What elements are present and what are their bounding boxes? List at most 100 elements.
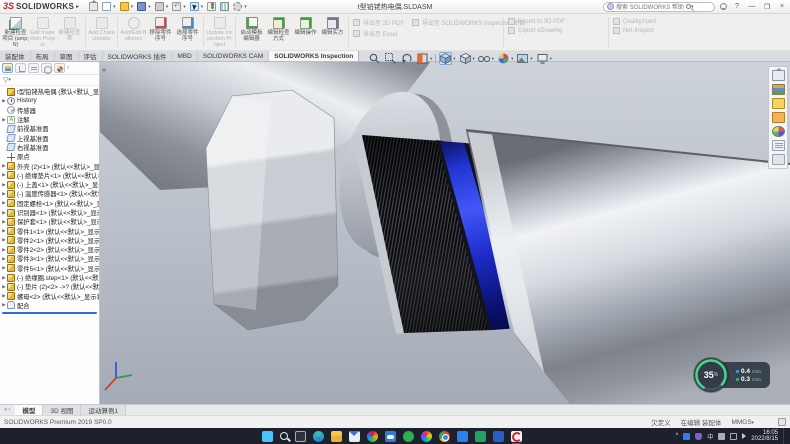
edit-appearance-icon[interactable]	[497, 52, 510, 65]
update-inspection-project-button[interactable]: Update Inspection Project	[206, 15, 233, 49]
display-style-caret-icon[interactable]: ▾	[473, 56, 475, 62]
new-caret-icon[interactable]: ▾	[113, 4, 116, 10]
print-caret-icon[interactable]: ▾	[166, 4, 169, 10]
restore-button[interactable]: ❐	[762, 3, 772, 11]
photos-app-icon[interactable]	[367, 431, 378, 442]
tree-item-component[interactable]: ▶保护套<1> (默认<<默认>_显示状	[0, 217, 99, 226]
save-icon[interactable]	[137, 2, 146, 11]
view-orientation-icon[interactable]	[439, 52, 452, 65]
propertymanager-tab[interactable]	[15, 63, 26, 73]
print-icon[interactable]	[155, 2, 164, 11]
blue-app-icon[interactable]	[457, 431, 468, 442]
word-app-icon[interactable]	[493, 431, 504, 442]
file-explorer-icon[interactable]	[772, 98, 785, 109]
ime-indicator[interactable]: 中	[707, 432, 713, 441]
security-tray-icon[interactable]	[695, 433, 702, 440]
view-palette-icon[interactable]	[772, 112, 785, 123]
tree-item-component[interactable]: ▶(-) 上盖<1> (默认<<默认>_显示状	[0, 180, 99, 189]
display-style-icon[interactable]	[459, 52, 472, 65]
tree-item-component[interactable]: ▶(-) 温度传感器<1> (默认<<默认>_	[0, 189, 99, 198]
task-view-icon[interactable]	[295, 431, 306, 442]
qualityxpert-button[interactable]: QualityXpert	[613, 18, 689, 25]
show-desktop-button[interactable]	[783, 428, 786, 444]
tree-item-component[interactable]: ▶零件1<1> (默认<<默认>_显示状态	[0, 226, 99, 235]
tab-layout[interactable]: 布局	[31, 51, 55, 61]
tree-item-component[interactable]: ▶(-) 绝缘垫片<1> (默认<<默认>_显	[0, 171, 99, 180]
add-characteristic-button[interactable]: Add Characteristic	[88, 15, 115, 49]
undo-caret-icon[interactable]: ▾	[183, 4, 186, 10]
appearances-scenes-icon[interactable]	[772, 126, 785, 137]
select-caret-icon[interactable]: ▾	[201, 4, 204, 10]
search-icon[interactable]	[686, 4, 691, 9]
unit-system-dropdown[interactable]: MMGS ▾	[731, 419, 754, 426]
tree-item-annotations[interactable]: ▶注解	[0, 115, 99, 124]
scene-caret-icon[interactable]: ▾	[530, 56, 532, 62]
tree-item-component[interactable]: ▶零件2<2> (默认<<默认>_显示状态	[0, 245, 99, 254]
zoom-to-fit-icon[interactable]	[368, 52, 381, 65]
select-balloons-button[interactable]: 选择零件序号	[174, 15, 201, 49]
tree-item-history[interactable]: ▶History	[0, 96, 99, 105]
remove-balloons-button[interactable]: 移除零件序号	[147, 15, 174, 49]
help-button[interactable]: ?	[732, 3, 742, 10]
tree-item-component[interactable]: ▶固定螺栓<1> (默认<<默认>_显示	[0, 199, 99, 208]
view-settings-caret-icon[interactable]: ▾	[550, 56, 552, 62]
tree-item-component[interactable]: ▶螺母<2> (默认<<默认>_显示状态	[0, 292, 99, 301]
tree-item-component[interactable]: ▶(-) 绝缘圈.step<1> (默认<<默认>	[0, 273, 99, 282]
net-inspect-button[interactable]: Net-Inspect	[613, 27, 689, 34]
tab-scroll-arrows[interactable]: «‹	[0, 405, 15, 415]
previous-view-icon[interactable]	[400, 52, 413, 65]
cloud-drive-tray-icon[interactable]	[683, 433, 690, 440]
panel-collapse-icon[interactable]: »	[102, 67, 106, 74]
tray-expand-icon[interactable]: ^	[675, 433, 678, 439]
section-caret-icon[interactable]: ▾	[430, 56, 432, 62]
zoom-to-area-icon[interactable]	[384, 52, 397, 65]
minimize-button[interactable]: —	[747, 3, 757, 10]
featuremanager-tree-tab[interactable]	[2, 63, 13, 73]
green-app-icon[interactable]	[403, 431, 414, 442]
tab-mbd[interactable]: MBD	[172, 51, 197, 61]
chrome-browser-icon[interactable]	[439, 431, 450, 442]
help-search-input[interactable]: 搜索 SOLIDWORKS 帮助 ▾	[603, 2, 715, 12]
section-view-icon[interactable]	[416, 52, 429, 65]
open-icon[interactable]	[120, 2, 129, 11]
export-2d-pdf-button[interactable]: 导出至 2D PDF	[353, 18, 404, 27]
custom-properties-icon[interactable]	[772, 140, 785, 151]
export-excel-button[interactable]: 导出至 Excel	[353, 29, 404, 38]
apply-scene-icon[interactable]	[516, 52, 529, 65]
panel-tabs-overflow-icon[interactable]: ›	[67, 65, 69, 71]
tab-solidworks-inspection[interactable]: SOLIDWORKS Inspection	[269, 51, 359, 61]
tree-item-sensors[interactable]: 传感器	[0, 106, 99, 115]
tab-solidworks-cam[interactable]: SOLIDWORKS CAM	[198, 51, 269, 61]
3d-model-view[interactable]	[100, 62, 790, 404]
edit-actual-button[interactable]: 编辑实方	[319, 15, 346, 49]
options-caret-icon[interactable]: ▾	[244, 4, 247, 10]
display-grid-icon[interactable]	[220, 2, 229, 11]
tree-item-root[interactable]: t型铂铑热电偶 (默认<默认_显示状态-1>	[0, 87, 99, 96]
start-button-icon[interactable]	[262, 431, 273, 442]
view-settings-icon[interactable]	[536, 52, 549, 65]
launch-template-editor-button[interactable]: 启动模板编辑器	[238, 15, 265, 49]
pinwheel-app-icon[interactable]	[421, 431, 432, 442]
rollback-bar[interactable]	[2, 312, 97, 314]
mail-app-icon[interactable]	[349, 431, 360, 442]
hide-show-items-icon[interactable]	[478, 52, 491, 65]
menu-flyout-icon[interactable]: ▸	[76, 3, 79, 10]
solidworks-taskbar-icon[interactable]	[511, 431, 522, 442]
rebuild-lights-icon[interactable]	[207, 2, 216, 11]
export-edrawing-button[interactable]: Export eDrawing	[508, 27, 604, 34]
options-gear-icon[interactable]	[233, 2, 242, 11]
filter-caret-icon[interactable]: ▾	[8, 77, 11, 83]
hide-show-caret-icon[interactable]: ▾	[492, 56, 494, 62]
edit-inspection-project-button[interactable]: Edit Inspection Project	[29, 15, 56, 49]
edit-operation-button[interactable]: 编辑操作	[292, 15, 319, 49]
tree-item-component[interactable]: ▶零件2<1> (默认<<默认>_显示状态	[0, 236, 99, 245]
usage-percent-gauge[interactable]: 35%	[694, 358, 728, 392]
tab-addins[interactable]: SOLIDWORKS 插件	[103, 51, 173, 61]
tree-item-top-plane[interactable]: 上视基准面	[0, 133, 99, 142]
tree-item-component[interactable]: ▶零件5<1> (默认<<默认>_显示状态	[0, 264, 99, 273]
select-icon[interactable]	[190, 2, 199, 11]
design-library-icon[interactable]	[772, 84, 785, 95]
open-caret-icon[interactable]: ▾	[131, 4, 134, 10]
tree-item-mates[interactable]: ▶配合	[0, 301, 99, 310]
appearance-caret-icon[interactable]: ▾	[511, 56, 513, 62]
